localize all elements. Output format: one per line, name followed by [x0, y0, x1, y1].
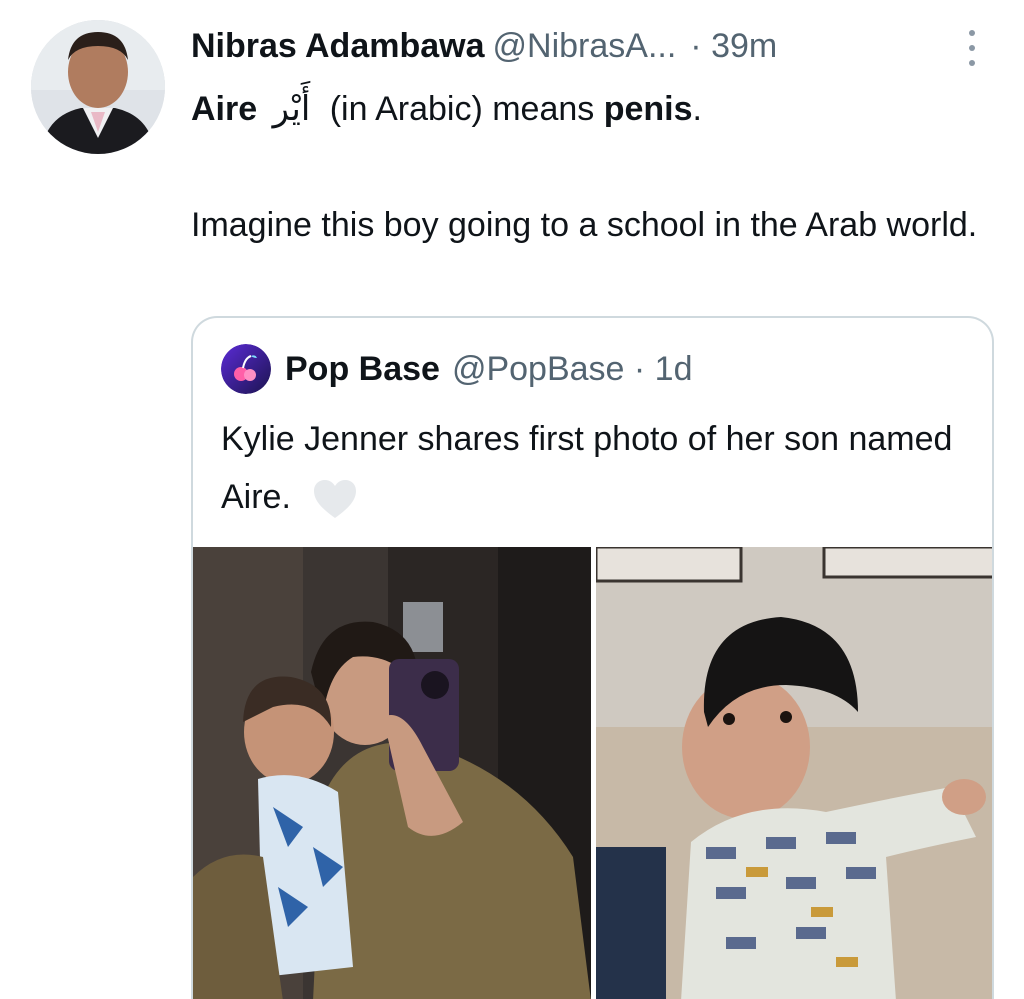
media-grid: [193, 547, 992, 999]
separator-dot: ·: [690, 27, 702, 65]
quoted-tweet-text: Kylie Jenner shares first photo of her s…: [221, 410, 961, 526]
tweet-header: Nibras Adambawa @NibrasA... · 39m: [191, 22, 991, 70]
quoted-author-name[interactable]: Pop Base: [285, 350, 440, 389]
bold-word-end: penis: [603, 90, 693, 128]
quoted-author-handle-time[interactable]: @PopBase · 1d: [452, 350, 693, 389]
photo-baby-in-beanie[interactable]: [596, 547, 992, 999]
tweet-line-1: Aire أَيْر (in Arabic) means penis.: [191, 80, 991, 138]
arabic-word: أَيْر: [272, 89, 311, 129]
tweet-line-1-period: .: [692, 90, 702, 128]
author-handle[interactable]: @NibrasA...: [493, 27, 677, 65]
author-name[interactable]: Nibras Adambawa: [191, 27, 485, 65]
tweet-paragraph-2: Imagine this boy going to a school in th…: [191, 206, 978, 244]
quoted-tweet-header: Pop Base @PopBase · 1d: [221, 344, 693, 394]
tweet-line-1-middle: (in Arabic) means: [329, 90, 595, 128]
author-avatar[interactable]: [31, 20, 165, 154]
photo-mother-and-son[interactable]: [193, 547, 591, 999]
bold-word-aire: Aire: [191, 90, 258, 128]
heart-emoji-icon: [314, 480, 357, 519]
quoted-author-avatar[interactable]: [221, 344, 271, 394]
tweet[interactable]: Nibras Adambawa @NibrasA... · 39m Aire أَي…: [0, 0, 1024, 999]
more-options-icon[interactable]: [965, 30, 979, 66]
quoted-tweet-card[interactable]: Pop Base @PopBase · 1d Kylie Jenner shar…: [191, 316, 994, 999]
tweet-timestamp[interactable]: 39m: [711, 27, 777, 65]
tweet-text: Aire أَيْر (in Arabic) means penis. Imag…: [191, 80, 991, 254]
